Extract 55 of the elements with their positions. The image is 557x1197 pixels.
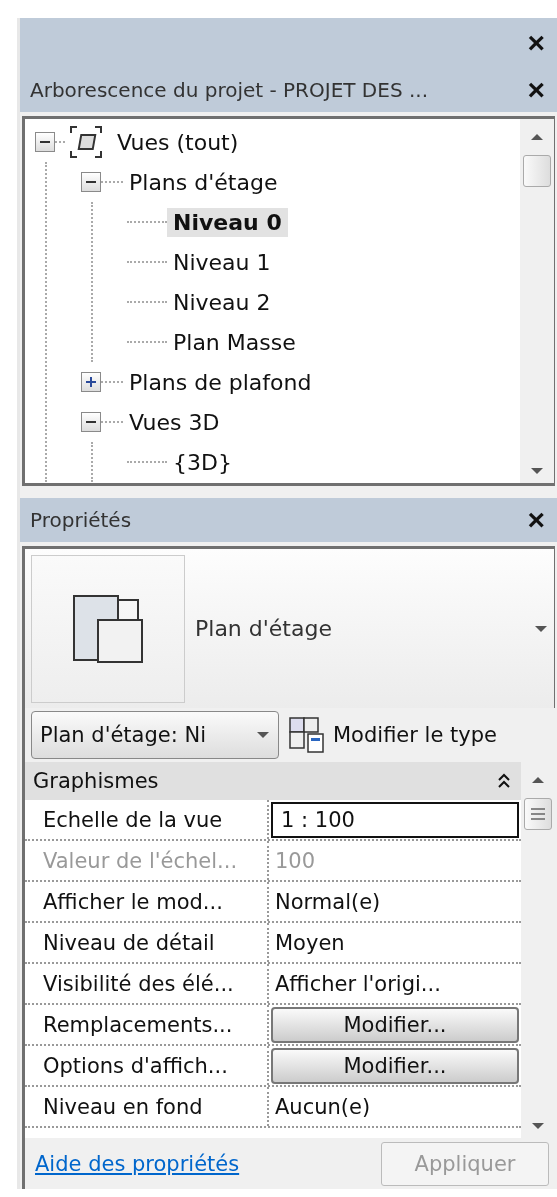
tree-item[interactable]: Vues (tout)	[111, 127, 245, 157]
view-cube-icon	[69, 125, 103, 159]
collapse-toggle[interactable]	[35, 132, 55, 152]
instance-dropdown[interactable]: Plan d'étage: Ni	[31, 711, 279, 759]
minus-icon	[40, 141, 50, 143]
group-label: Graphismes	[33, 769, 159, 793]
property-value: Afficher l'origi...	[274, 971, 441, 996]
scroll-thumb[interactable]	[523, 155, 551, 187]
property-name: Afficher le mod...	[42, 889, 224, 914]
edit-type-icon	[289, 717, 325, 753]
close-button[interactable]: ×	[527, 505, 545, 535]
tree-item[interactable]: Plans de plafond	[123, 367, 318, 397]
plus-icon	[86, 377, 96, 387]
help-link[interactable]: Aide des propriétés	[35, 1151, 240, 1176]
modify-button[interactable]: Modifier...	[271, 1006, 519, 1043]
floor-plan-icon	[72, 593, 144, 664]
property-name: Visibilité des élé...	[42, 971, 235, 996]
scroll-up-icon[interactable]	[531, 776, 545, 784]
edit-type-button[interactable]: Modifier le type	[289, 717, 497, 753]
property-value: Normal(e)	[274, 889, 381, 914]
property-name: Valeur de l'échel...	[42, 848, 239, 873]
close-button[interactable]: ×	[527, 28, 545, 58]
property-value: Moyen	[274, 930, 345, 955]
collapse-icon[interactable]	[497, 772, 511, 790]
modify-button[interactable]: Modifier...	[271, 1047, 519, 1084]
expand-toggle[interactable]	[81, 372, 101, 392]
property-value-field[interactable]: 1 : 100	[271, 801, 519, 838]
property-name: Niveau en fond	[42, 1094, 204, 1119]
minus-icon	[86, 421, 96, 423]
scroll-thumb[interactable]	[524, 798, 552, 830]
scroll-down-icon[interactable]	[531, 1122, 545, 1130]
scroll-down-icon[interactable]	[534, 624, 548, 633]
collapse-toggle[interactable]	[81, 172, 101, 192]
minus-icon	[86, 181, 96, 183]
close-button[interactable]: ×	[527, 75, 545, 105]
tree-item[interactable]: Niveau 0	[167, 207, 288, 237]
property-value: Aucun(e)	[274, 1094, 371, 1119]
panel-title: Arborescence du projet - PROJET DES ...	[30, 78, 429, 102]
tree-item[interactable]: {3D}	[167, 447, 238, 477]
property-name: Echelle de la vue	[42, 807, 224, 832]
scroll-down-icon[interactable]	[530, 467, 544, 475]
tree-item[interactable]: Niveau 2	[167, 287, 277, 317]
property-name: Niveau de détail	[42, 930, 216, 955]
tree-item[interactable]: Plan Masse	[167, 327, 302, 357]
property-value: 100	[274, 848, 316, 873]
panel-title: Propriétés	[30, 508, 132, 532]
tree-item[interactable]: Vues 3D	[123, 407, 226, 437]
property-name: Options d'affich...	[42, 1053, 229, 1078]
scroll-down-icon[interactable]	[256, 731, 270, 739]
property-name: Remplacements...	[42, 1012, 234, 1037]
tree-item[interactable]: Plans d'étage	[123, 167, 284, 197]
type-name: Plan d'étage	[194, 616, 333, 641]
scroll-up-icon[interactable]	[530, 133, 544, 141]
collapse-toggle[interactable]	[81, 412, 101, 432]
tree-item[interactable]: Niveau 1	[167, 247, 277, 277]
